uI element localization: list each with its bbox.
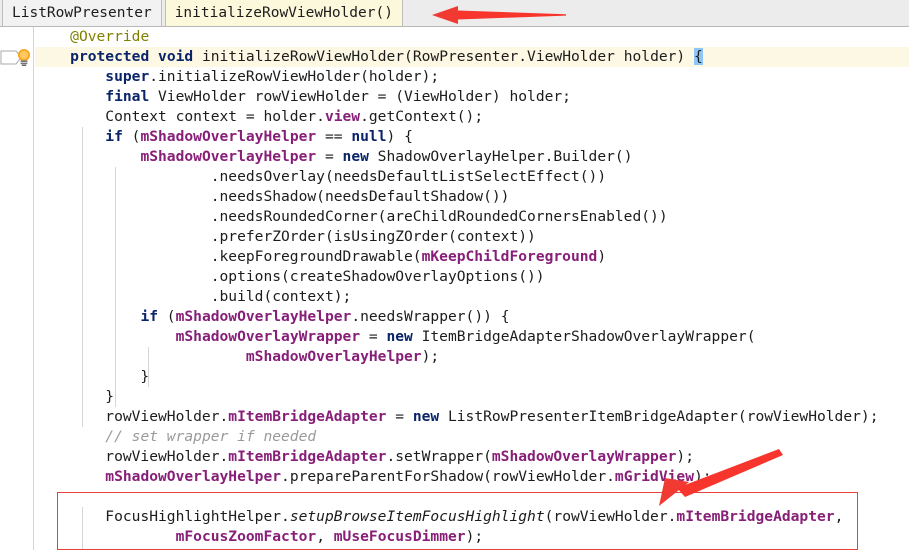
code-line[interactable]: .build(context); <box>35 287 909 307</box>
code-line-focus-highlight[interactable]: FocusHighlightHelper.setupBrowseItemFocu… <box>35 507 909 527</box>
code-line[interactable]: } <box>35 387 909 407</box>
code-line[interactable]: .preferZOrder(isUsingZOrder(context)) <box>35 227 909 247</box>
code-line[interactable]: mShadowOverlayWrapper = new ItemBridgeAd… <box>35 327 909 347</box>
code-line[interactable]: if (mShadowOverlayHelper.needsWrapper())… <box>35 307 909 327</box>
code-line[interactable]: rowViewHolder.mItemBridgeAdapter = new L… <box>35 407 909 427</box>
lightbulb-intention-icon[interactable] <box>14 47 34 67</box>
code-line[interactable]: .options(createShadowOverlayOptions()) <box>35 267 909 287</box>
code-line[interactable]: mShadowOverlayHelper); <box>35 347 909 367</box>
code-line[interactable]: mShadowOverlayHelper = new ShadowOverlay… <box>35 147 909 167</box>
code-line[interactable]: Context context = holder.view.getContext… <box>35 107 909 127</box>
code-line[interactable]: final ViewHolder rowViewHolder = (ViewHo… <box>35 87 909 107</box>
focus-highlight-call-arrow <box>659 449 783 506</box>
code-line[interactable]: .keepForegroundDrawable(mKeepChildForegr… <box>35 247 909 267</box>
code-line[interactable]: @Override <box>35 27 909 47</box>
breadcrumb-method-arrow <box>432 6 566 24</box>
code-line[interactable]: } <box>35 367 909 387</box>
code-line-declaration[interactable]: protected void initializeRowViewHolder(R… <box>35 47 909 67</box>
breadcrumb-item-class[interactable]: ListRowPresenter <box>2 0 162 26</box>
code-line[interactable]: if (mShadowOverlayHelper == null) { <box>35 127 909 147</box>
code-line[interactable]: mFocusZoomFactor, mUseFocusDimmer); <box>35 527 909 547</box>
code-line[interactable]: super.initializeRowViewHolder(holder); <box>35 67 909 87</box>
editor-gutter[interactable] <box>0 27 34 550</box>
code-line-comment[interactable]: // set wrapper if needed <box>35 427 909 447</box>
matched-brace: { <box>694 48 703 65</box>
code-line[interactable]: .needsRoundedCorner(areChildRoundedCorne… <box>35 207 909 227</box>
breadcrumb-item-method[interactable]: initializeRowViewHolder() <box>164 0 403 26</box>
code-line[interactable]: .needsOverlay(needsDefaultListSelectEffe… <box>35 167 909 187</box>
annotation-override: @Override <box>70 28 150 45</box>
code-line[interactable]: .needsShadow(needsDefaultShadow()) <box>35 187 909 207</box>
